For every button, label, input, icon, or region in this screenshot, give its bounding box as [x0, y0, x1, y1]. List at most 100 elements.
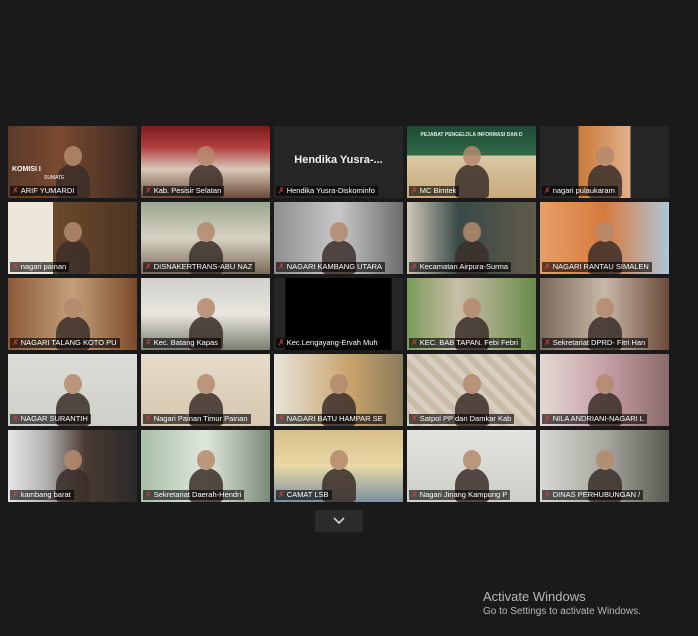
- participant-head: [63, 298, 82, 318]
- participant-tile[interactable]: ✗ DISNAKERTRANS-ABU NAZ: [141, 202, 270, 274]
- participant-name-label: ✗ CAMAT LSB: [276, 490, 332, 500]
- mic-muted-icon: ✗: [278, 262, 285, 271]
- mic-muted-icon: ✗: [12, 186, 19, 195]
- participant-name: NAGAR SURANTIH: [20, 414, 88, 423]
- mic-muted-icon: ✗: [145, 262, 152, 271]
- participant-name-label: ✗ Kecamatan Airpura-Surma: [409, 262, 512, 272]
- mic-muted-icon: ✗: [145, 414, 152, 423]
- participant-tile[interactable]: ✗ DINAS PERHUBUNGAN /: [540, 430, 669, 502]
- participant-name-label: ✗ Sekretariat Daerah-Hendri: [143, 490, 245, 500]
- mic-muted-icon: ✗: [544, 262, 551, 271]
- participant-name-label: ✗ NAGARI TALANG KOTO PU: [10, 338, 120, 348]
- participant-tile[interactable]: ✗ NILA ANDRIANI-NAGARI L: [540, 354, 669, 426]
- participant-tile[interactable]: ✗ Sekretariat DPRD- Fitri Han: [540, 278, 669, 350]
- participant-tile[interactable]: ✗ NAGAR SURANTIH: [8, 354, 137, 426]
- participant-name: Sekretariat Daerah-Hendri: [153, 490, 242, 499]
- participant-name-label: ✗ Nagari Jinang Kampung P: [409, 490, 511, 500]
- participant-tile[interactable]: ✗ Nagari Jinang Kampung P: [407, 430, 536, 502]
- participant-tile[interactable]: ✗ Satpol PP dan Damkar Kab: [407, 354, 536, 426]
- participant-tile[interactable]: KOMISI I SUMATE ✗ ARIF YUMARDI: [8, 126, 137, 198]
- participant-head: [196, 222, 215, 242]
- participant-tile[interactable]: ✗ Kecamatan Airpura-Surma: [407, 202, 536, 274]
- mic-muted-icon: ✗: [145, 490, 152, 499]
- participant-head: [462, 450, 481, 470]
- participant-head: [595, 146, 614, 166]
- mic-muted-icon: ✗: [544, 490, 551, 499]
- participant-name: Kec.Lengayang-Ervah Muh: [286, 338, 378, 347]
- participant-tile[interactable]: ✗ CAMAT LSB: [274, 430, 403, 502]
- participant-name-label: ✗ ARIF YUMARDI: [10, 186, 78, 196]
- participant-tile[interactable]: PEJABAT PENGELOLA INFORMASI DAN D ✗ MC Bim…: [407, 126, 536, 198]
- mic-muted-icon: ✗: [544, 338, 551, 347]
- participant-name: Kab. Pesisir Selatan: [153, 186, 222, 195]
- participant-name-label: ✗ DISNAKERTRANS-ABU NAZ: [143, 262, 256, 272]
- participant-head: [63, 374, 82, 394]
- participant-head: [329, 374, 348, 394]
- mic-muted-icon: ✗: [145, 338, 152, 347]
- participant-name: nagari pulaukaram: [552, 186, 615, 195]
- expand-gallery-button[interactable]: [315, 510, 363, 532]
- participant-display-name: Hendika Yusra-...: [294, 154, 383, 166]
- mic-muted-icon: ✗: [278, 338, 285, 347]
- participant-tile[interactable]: ✗ nagari pulaukaram: [540, 126, 669, 198]
- participant-silhouette: [454, 146, 489, 198]
- participant-tile[interactable]: ✗ Kab. Pesisir Selatan: [141, 126, 270, 198]
- participant-head: [462, 222, 481, 242]
- participant-name: kambang barat: [20, 490, 71, 499]
- banner-text: PEJABAT PENGELOLA INFORMASI DAN D: [420, 132, 523, 138]
- participant-head: [196, 146, 215, 166]
- participant-tile[interactable]: ✗ Kec. Batang Kapas: [141, 278, 270, 350]
- participant-tile[interactable]: ✗ kambang barat: [8, 430, 137, 502]
- participant-tile[interactable]: ✗ NAGARI KAMBANG UTARA: [274, 202, 403, 274]
- mic-muted-icon: ✗: [12, 414, 19, 423]
- participant-name: CAMAT LSB: [286, 490, 329, 499]
- participant-head: [63, 450, 82, 470]
- participant-name: NAGARI TALANG KOTO PU: [20, 338, 117, 347]
- participant-head: [196, 374, 215, 394]
- participant-head: [63, 222, 82, 242]
- participant-tile[interactable]: Hendika Yusra-... ✗ Hendika Yusra-Diskomin…: [274, 126, 403, 198]
- participant-name-label: ✗ NAGARI KAMBANG UTARA: [276, 262, 385, 272]
- participant-tile[interactable]: ✗ nagari painan: [8, 202, 137, 274]
- participant-tile[interactable]: ✗ Nagari Painan Timur Painan: [141, 354, 270, 426]
- participant-name: MC Bimtek: [419, 186, 457, 195]
- participant-name-label: ✗ Kec.Lengayang-Ervah Muh: [276, 338, 381, 348]
- participant-name: Nagari Painan Timur Painan: [153, 414, 248, 423]
- participant-head: [196, 450, 215, 470]
- participant-tile[interactable]: ✗ NAGARI RANTAU SIMALEN: [540, 202, 669, 274]
- mic-muted-icon: ✗: [12, 490, 19, 499]
- video-grid: KOMISI I SUMATE ✗ ARIF YUMARDI ✗ Kab. Pesisir…: [8, 126, 670, 506]
- participant-tile[interactable]: ✗ Kec.Lengayang-Ervah Muh: [274, 278, 403, 350]
- participant-name: DISNAKERTRANS-ABU NAZ: [153, 262, 253, 271]
- participant-name: Kec. Batang Kapas: [153, 338, 218, 347]
- participant-name: NAGARI RANTAU SIMALEN: [552, 262, 649, 271]
- activate-windows-title: Activate Windows: [483, 589, 586, 604]
- mic-muted-icon: ✗: [12, 338, 19, 347]
- participant-name-label: ✗ DINAS PERHUBUNGAN /: [542, 490, 644, 500]
- participant-head: [595, 298, 614, 318]
- participant-name-label: ✗ nagari pulaukaram: [542, 186, 618, 196]
- participant-name-label: ✗ NAGAR SURANTIH: [10, 414, 91, 424]
- participant-name-label: ✗ NILA ANDRIANI-NAGARI L: [542, 414, 647, 424]
- background-sign-subtext: SUMATE: [44, 175, 65, 181]
- mic-muted-icon: ✗: [278, 490, 285, 499]
- participant-name: Kecamatan Airpura-Surma: [419, 262, 509, 271]
- participant-name: DINAS PERHUBUNGAN /: [552, 490, 641, 499]
- participant-head: [462, 146, 481, 166]
- participant-name: Nagari Jinang Kampung P: [419, 490, 508, 499]
- mic-muted-icon: ✗: [12, 262, 19, 271]
- participant-tile[interactable]: ✗ KEC. BAB TAPAN. Febi Febri: [407, 278, 536, 350]
- participant-tile[interactable]: ✗ NAGARI TALANG KOTO PU: [8, 278, 137, 350]
- participant-head: [329, 222, 348, 242]
- mic-muted-icon: ✗: [411, 414, 418, 423]
- participant-name-label: ✗ Nagari Painan Timur Painan: [143, 414, 251, 424]
- participant-name-label: ✗ NAGARI RANTAU SIMALEN: [542, 262, 652, 272]
- participant-name: Sekretariat DPRD- Fitri Han: [552, 338, 646, 347]
- participant-head: [595, 450, 614, 470]
- participant-name-label: ✗ NAGARI BATU HAMPAR SE: [276, 414, 386, 424]
- participant-tile[interactable]: ✗ NAGARI BATU HAMPAR SE: [274, 354, 403, 426]
- participant-name-label: ✗ Hendika Yusra-Diskominfo: [276, 186, 378, 196]
- participant-tile[interactable]: ✗ Sekretariat Daerah-Hendri: [141, 430, 270, 502]
- participant-name: NAGARI KAMBANG UTARA: [286, 262, 382, 271]
- mic-muted-icon: ✗: [145, 186, 152, 195]
